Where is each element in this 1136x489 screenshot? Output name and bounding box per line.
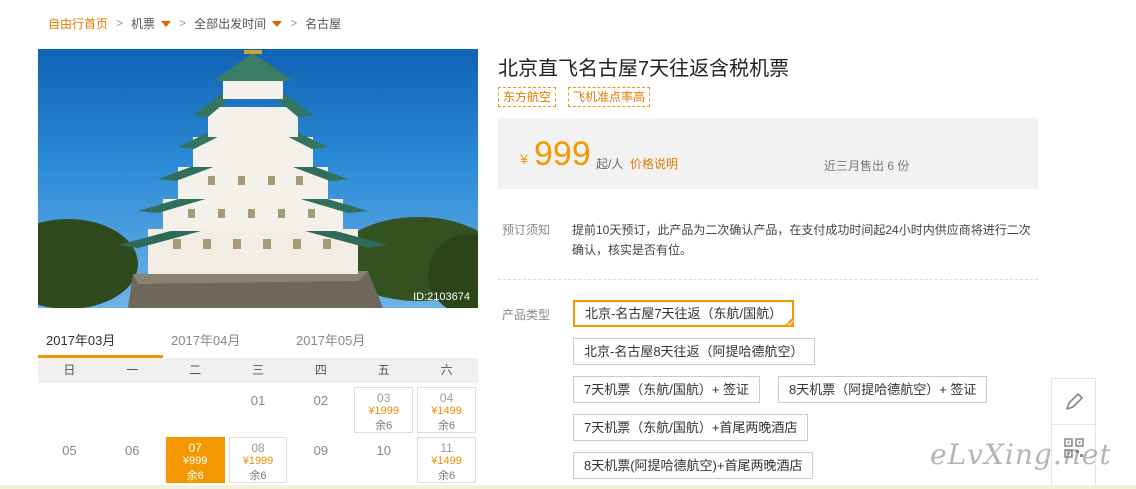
calendar-day-number: 07	[188, 441, 202, 455]
calendar-day-selected[interactable]: 07 ¥999 余6	[164, 435, 227, 485]
calendar-day-remaining: 余6	[438, 420, 456, 432]
feedback-button[interactable]	[1052, 379, 1095, 425]
price-unit: 起/人	[596, 157, 624, 171]
currency-symbol: ¥	[520, 151, 528, 167]
calendar-day-number: 05	[62, 443, 77, 458]
calendar-empty-cell	[101, 385, 164, 435]
calendar-day: 06	[101, 435, 164, 485]
calendar-day-price: ¥1999	[242, 455, 274, 467]
product-option-label: 北京-名古屋8天往返（阿提哈德航空）	[584, 344, 804, 359]
product-image[interactable]: ID:2103674	[38, 49, 478, 308]
sold-count: 近三月售出 6 份	[824, 159, 910, 173]
product-option-1[interactable]: 北京-名古屋7天往返（东航/国航）	[573, 300, 795, 327]
calendar-day-available[interactable]: 11 ¥1499 余6	[415, 435, 478, 485]
calendar-day-remaining: 余6	[186, 470, 204, 482]
calendar-weekday-header: 日 一 二 三 四 五 六	[38, 358, 478, 383]
calendar-day-price: ¥1499	[431, 455, 462, 467]
product-option-3[interactable]: 7天机票（东航/国航）+ 签证	[573, 376, 761, 403]
weekday-label: 四	[314, 363, 327, 377]
breadcrumb: 自由行首页 > 机票 > 全部出发时间 > 名古屋	[48, 14, 341, 32]
product-title: 北京直飞名古屋7天往返含税机票	[498, 58, 790, 80]
price-explain-link[interactable]: 价格说明	[630, 155, 678, 172]
price-amount: 999	[534, 135, 591, 173]
calendar-day-number: 11	[440, 441, 453, 455]
breadcrumb-flight-label: 机票	[131, 16, 156, 31]
product-option-5[interactable]: 7天机票（东航/国航）+首尾两晚酒店	[573, 414, 809, 441]
breadcrumb-separator: >	[116, 16, 124, 30]
breadcrumb-date-dropdown[interactable]: 全部出发时间	[194, 15, 283, 32]
checkmark-corner-icon	[784, 317, 794, 326]
image-id-label: ID:2103674	[413, 291, 470, 303]
bottom-band	[0, 485, 1136, 489]
tag-on-time: 飞机准点率高	[568, 87, 651, 107]
breadcrumb-flight-dropdown[interactable]: 机票	[131, 15, 172, 32]
weekday-label: 五	[377, 363, 390, 377]
calendar-empty-cell	[164, 385, 227, 435]
calendar-day-price: ¥1999	[368, 405, 400, 417]
weekday-label: 日	[63, 363, 76, 377]
breadcrumb-separator: >	[290, 16, 298, 30]
watermark: eLvXing.net	[930, 438, 1112, 471]
breadcrumb-separator: >	[179, 16, 187, 30]
weekday-label: 三	[252, 363, 265, 377]
calendar: 01 02 03 ¥1999 余6 04 ¥1499 余6 05 06 07 ¥…	[38, 385, 478, 485]
calendar-day-price: ¥1499	[431, 405, 462, 417]
tab-month-2017-04[interactable]: 2017年04月	[163, 322, 288, 358]
calendar-empty-cell	[38, 385, 101, 435]
calendar-day-remaining: 余6	[438, 470, 456, 482]
calendar-day-number: 10	[376, 443, 391, 458]
product-option-label: 8天机票(阿提哈德航空)+首尾两晚酒店	[584, 458, 803, 473]
section-divider	[498, 279, 1038, 280]
product-tags: 东方航空 飞机准点率高	[498, 87, 651, 107]
calendar-day: 01	[227, 385, 290, 435]
product-option-2[interactable]: 北京-名古屋8天往返（阿提哈德航空）	[573, 338, 815, 365]
breadcrumb-home-link[interactable]: 自由行首页	[48, 15, 108, 32]
calendar-week-row: 05 06 07 ¥999 余6 08 ¥1999 余6 09 10 11 ¥1…	[38, 435, 478, 485]
product-option-4[interactable]: 8天机票（阿提哈德航空）+ 签证	[778, 376, 988, 403]
product-option-label: 7天机票（东航/国航）+ 签证	[584, 382, 750, 397]
product-option-label: 北京-名古屋7天往返（东航/国航）	[585, 306, 783, 321]
calendar-day-price: ¥999	[182, 455, 208, 467]
product-option-6[interactable]: 8天机票(阿提哈德航空)+首尾两晚酒店	[573, 452, 814, 479]
price-panel: ¥ 999 起/人 价格说明 近三月售出 6 份	[498, 118, 1038, 189]
weekday-label: 二	[189, 363, 202, 377]
pencil-icon	[1065, 392, 1083, 410]
tab-month-2017-05[interactable]: 2017年05月	[288, 322, 413, 358]
weekday-label: 一	[126, 363, 139, 377]
calendar-day-number: 09	[313, 443, 329, 458]
notice-text: 提前10天预订，此产品为二次确认产品，在支付成功时间起24小时内供应商将进行二次…	[572, 223, 1031, 257]
calendar-day-number: 01	[250, 393, 266, 408]
month-tabs: 2017年03月 2017年04月 2017年05月	[38, 322, 478, 358]
calendar-day-number: 06	[125, 443, 140, 458]
breadcrumb-date-label: 全部出发时间	[194, 16, 267, 31]
product-option-label: 7天机票（东航/国航）+首尾两晚酒店	[584, 420, 798, 435]
calendar-day-remaining: 余6	[249, 470, 267, 482]
product-type-label: 产品类型	[502, 308, 551, 322]
calendar-day-number: 04	[439, 391, 454, 405]
calendar-day-number: 08	[251, 441, 265, 455]
tab-month-2017-03[interactable]: 2017年03月	[38, 322, 163, 358]
calendar-day-number: 02	[313, 393, 329, 408]
calendar-day-available[interactable]: 03 ¥1999 余6	[352, 385, 415, 435]
calendar-day: 10	[352, 435, 415, 485]
side-toolbar	[1051, 378, 1096, 489]
weekday-label: 六	[440, 363, 453, 377]
calendar-day-available[interactable]: 04 ¥1499 余6	[415, 385, 478, 435]
product-option-label: 8天机票（阿提哈德航空）+ 签证	[789, 382, 977, 397]
calendar-day: 05	[38, 435, 101, 485]
calendar-day-remaining: 余6	[375, 420, 393, 432]
calendar-day-number: 03	[377, 391, 391, 405]
notice-label: 预订须知	[502, 223, 551, 237]
calendar-day: 02	[289, 385, 352, 435]
calendar-day-available[interactable]: 08 ¥1999 余6	[227, 435, 290, 485]
caret-down-icon	[161, 21, 172, 28]
calendar-day: 09	[289, 435, 352, 485]
caret-down-icon	[272, 21, 283, 28]
breadcrumb-current: 名古屋	[305, 16, 342, 31]
tag-airline: 东方航空	[498, 87, 557, 107]
calendar-week-row: 01 02 03 ¥1999 余6 04 ¥1499 余6	[38, 385, 478, 435]
castle-illustration	[38, 50, 478, 308]
